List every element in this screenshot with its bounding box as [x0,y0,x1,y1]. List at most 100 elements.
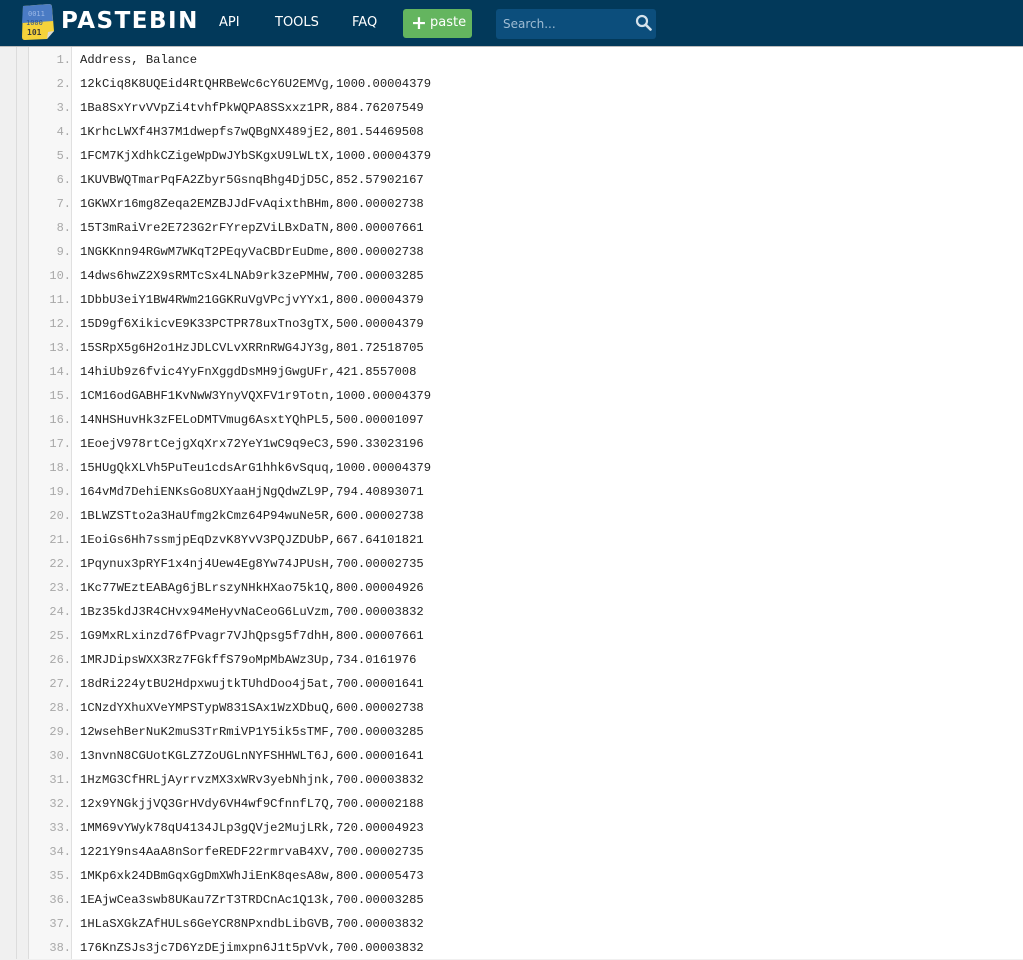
line-number: 24. [49,605,71,619]
line-text[interactable]: 15D9gf6XikicvE9K33PCTPR78uxTno3gTX,500.0… [80,312,424,336]
line-text[interactable]: 1FCM7KjXdhkCZigeWpDwJYbSKgxU9LWLtX,1000.… [80,144,431,168]
code-line: 19. 164vMd7DehiENKsGo8UXYaaHjNgQdwZL9P,79… [0,480,1023,504]
line-text[interactable]: 1KrhcLWXf4H37M1dwepfs7wQBgNX489jE2,801.5… [80,120,424,144]
line-text[interactable]: 1Kc77WEztEABAg6jBLrszyNHkHXao75k1Q,800.0… [80,576,424,600]
code-line: 20. 1BLWZSTto2a3HaUfmg2kCmz64P94wuNe5R,60… [0,504,1023,528]
line-text[interactable]: 15HUgQkXLVh5PuTeu1cdsArG1hhk6vSquq,1000.… [80,456,431,480]
line-text[interactable]: 15T3mRaiVre2E723G2rFYrepZViLBxDaTN,800.0… [80,216,424,240]
line-text[interactable]: Address, Balance [80,48,197,72]
line-number: 31. [49,773,71,787]
code-line: 33. 1MM69vYWyk78qU4134JLp3gQVje2MujLRk,72… [0,816,1023,840]
code-line: 11. 1DbbU3eiY1BW4RWm21GGKRuVgVPcjvYYx1,80… [0,288,1023,312]
search-box [496,9,656,39]
new-paste-button[interactable]: + paste [403,9,472,38]
line-number: 13. [49,341,71,355]
line-text[interactable]: 1221Y9ns4AaA8nSorfeREDF22rmrvaB4XV,700.0… [80,840,424,864]
code-line: 6. 1KUVBWQTmarPqFA2Zbyr5GsnqBhg4DjD5C,852… [0,168,1023,192]
line-number: 23. [49,581,71,595]
line-text[interactable]: 1Ba8SxYrvVVpZi4tvhfPkWQPA8SSxxz1PR,884.7… [80,96,424,120]
line-number: 32. [49,797,71,811]
pastebin-logo-icon[interactable]: 0011 1000 101 [19,3,55,41]
line-number: 4. [56,125,71,139]
line-number: 9. [56,245,71,259]
line-text[interactable]: 1MRJDipsWXX3Rz7FGkffS79oMpMbAWz3Up,734.0… [80,648,416,672]
line-number: 29. [49,725,71,739]
line-text[interactable]: 1KUVBWQTmarPqFA2Zbyr5GsnqBhg4DjD5C,852.5… [80,168,424,192]
line-text[interactable]: 14NHSHuvHk3zFELoDMTVmug6AsxtYQhPL5,500.0… [80,408,424,432]
code-line: 26. 1MRJDipsWXX3Rz7FGkffS79oMpMbAWz3Up,73… [0,648,1023,672]
code-line: 22. 1Pqynux3pRYF1x4nj4Uew4Eg8Yw74JPUsH,70… [0,552,1023,576]
line-text[interactable]: 176KnZSJs3jc7D6YzDEjimxpn6J1t5pVvk,700.0… [80,936,424,960]
line-text[interactable]: 1HzMG3CfHRLjAyrrvzMX3xWRv3yebNhjnk,700.0… [80,768,424,792]
code-line: 37. 1HLaSXGkZAfHULs6GeYCR8NPxndbLibGVB,70… [0,912,1023,936]
line-text[interactable]: 1BLWZSTto2a3HaUfmg2kCmz64P94wuNe5R,600.0… [80,504,424,528]
line-text[interactable]: 13nvnN8CGUotKGLZ7ZoUGLnNYFSHHWLT6J,600.0… [80,744,424,768]
line-text[interactable]: 1Pqynux3pRYF1x4nj4Uew4Eg8Yw74JPUsH,700.0… [80,552,424,576]
svg-text:0011: 0011 [28,10,45,18]
line-text[interactable]: 1G9MxRLxinzd76fPvagr7VJhQpsg5f7dhH,800.0… [80,624,424,648]
line-text[interactable]: 164vMd7DehiENKsGo8UXYaaHjNgQdwZL9P,794.4… [80,480,424,504]
line-text[interactable]: 12kCiq8K8UQEid4RtQHRBeWc6cY6U2EMVg,1000.… [80,72,431,96]
nav-faq[interactable]: FAQ [352,15,377,30]
line-number: 35. [49,869,71,883]
code-line: 32. 12x9YNGkjjVQ3GrHVdy6VH4wf9CfnnfL7Q,70… [0,792,1023,816]
line-text[interactable]: 1DbbU3eiY1BW4RWm21GGKRuVgVPcjvYYx1,800.0… [80,288,424,312]
nav-api[interactable]: API [219,15,240,30]
search-icon[interactable] [635,14,652,31]
line-text[interactable]: 14hiUb9z6fvic4YyFnXggdDsMH9jGwgUFr,421.8… [80,360,416,384]
line-text[interactable]: 1HLaSXGkZAfHULs6GeYCR8NPxndbLibGVB,700.0… [80,912,424,936]
new-paste-label: paste [430,15,467,30]
line-text[interactable]: 1Bz35kdJ3R4CHvx94MeHyvNaCeoG6LuVzm,700.0… [80,600,424,624]
brand-name[interactable]: PASTEBIN [61,8,199,34]
line-number: 19. [49,485,71,499]
top-navbar: 0011 1000 101 PASTEBIN API TOOLS FAQ + p… [0,0,1023,47]
code-line: 17. 1EoejV978rtCejgXqXrx72YeY1wC9q9eC3,59… [0,432,1023,456]
line-number: 26. [49,653,71,667]
code-line: 34. 1221Y9ns4AaA8nSorfeREDF22rmrvaB4XV,70… [0,840,1023,864]
line-number: 25. [49,629,71,643]
line-number: 12. [49,317,71,331]
line-text[interactable]: 1EoiGs6Hh7ssmjpEqDzvK8YvV3PQJZDUbP,667.6… [80,528,424,552]
line-number: 17. [49,437,71,451]
line-text[interactable]: 1GKWXr16mg8Zeqa2EMZBJJdFvAqixthBHm,800.0… [80,192,424,216]
line-text[interactable]: 1EAjwCea3swb8UKau7ZrT3TRDCnAc1Q13k,700.0… [80,888,424,912]
line-number: 18. [49,461,71,475]
line-text[interactable]: 14dws6hwZ2X9sRMTcSx4LNAb9rk3zePMHW,700.0… [80,264,424,288]
line-text[interactable]: 1MKp6xk24DBmGqxGgDmXWhJiEnK8qesA8w,800.0… [80,864,424,888]
line-text[interactable]: 18dRi224ytBU2HdpxwujtkTUhdDoo4j5at,700.0… [80,672,424,696]
code-line: 4. 1KrhcLWXf4H37M1dwepfs7wQBgNX489jE2,801… [0,120,1023,144]
line-text[interactable]: 15SRpX5g6H2o1HzJDLCVLvXRRnRWG4JY3g,801.7… [80,336,424,360]
code-line: 7. 1GKWXr16mg8Zeqa2EMZBJJdFvAqixthBHm,800… [0,192,1023,216]
code-line: 1. Address, Balance [0,48,1023,72]
line-number: 20. [49,509,71,523]
line-text[interactable]: 1NGKKnn94RGwM7WKqT2PEqyVaCBDrEuDme,800.0… [80,240,424,264]
code-line: 31. 1HzMG3CfHRLjAyrrvzMX3xWRv3yebNhjnk,70… [0,768,1023,792]
code-line: 12. 15D9gf6XikicvE9K33PCTPR78uxTno3gTX,50… [0,312,1023,336]
code-line: 36. 1EAjwCea3swb8UKau7ZrT3TRDCnAc1Q13k,70… [0,888,1023,912]
line-number: 16. [49,413,71,427]
code-line: 3. 1Ba8SxYrvVVpZi4tvhfPkWQPA8SSxxz1PR,884… [0,96,1023,120]
code-line: 18. 15HUgQkXLVh5PuTeu1cdsArG1hhk6vSquq,10… [0,456,1023,480]
code-line: 2. 12kCiq8K8UQEid4RtQHRBeWc6cY6U2EMVg,100… [0,72,1023,96]
line-text[interactable]: 12x9YNGkjjVQ3GrHVdy6VH4wf9CfnnfL7Q,700.0… [80,792,424,816]
line-number: 2. [56,77,71,91]
line-number: 27. [49,677,71,691]
search-input[interactable] [496,9,633,39]
line-number: 34. [49,845,71,859]
line-number: 7. [56,197,71,211]
line-text[interactable]: 1MM69vYWyk78qU4134JLp3gQVje2MujLRk,720.0… [80,816,424,840]
line-number: 14. [49,365,71,379]
code-line: 14. 14hiUb9z6fvic4YyFnXggdDsMH9jGwgUFr,42… [0,360,1023,384]
line-number: 10. [49,269,71,283]
code-line: 30. 13nvnN8CGUotKGLZ7ZoUGLnNYFSHHWLT6J,60… [0,744,1023,768]
line-text[interactable]: 1CNzdYXhuXVeYMPSTypW831SAx1WzXDbuQ,600.0… [80,696,424,720]
nav-tools[interactable]: TOOLS [275,15,319,30]
code-line: 38. 176KnZSJs3jc7D6YzDEjimxpn6J1t5pVvk,70… [0,936,1023,960]
line-text[interactable]: 1CM16odGABHF1KvNwW3YnyVQXFV1r9Totn,1000.… [80,384,431,408]
line-number: 33. [49,821,71,835]
line-text[interactable]: 12wsehBerNuK2muS3TrRmiVP1Y5ik5sTMF,700.0… [80,720,424,744]
line-text[interactable]: 1EoejV978rtCejgXqXrx72YeY1wC9q9eC3,590.3… [80,432,424,456]
svg-text:1000: 1000 [26,19,43,27]
code-line: 13. 15SRpX5g6H2o1HzJDLCVLvXRRnRWG4JY3g,80… [0,336,1023,360]
line-number: 38. [49,941,71,955]
